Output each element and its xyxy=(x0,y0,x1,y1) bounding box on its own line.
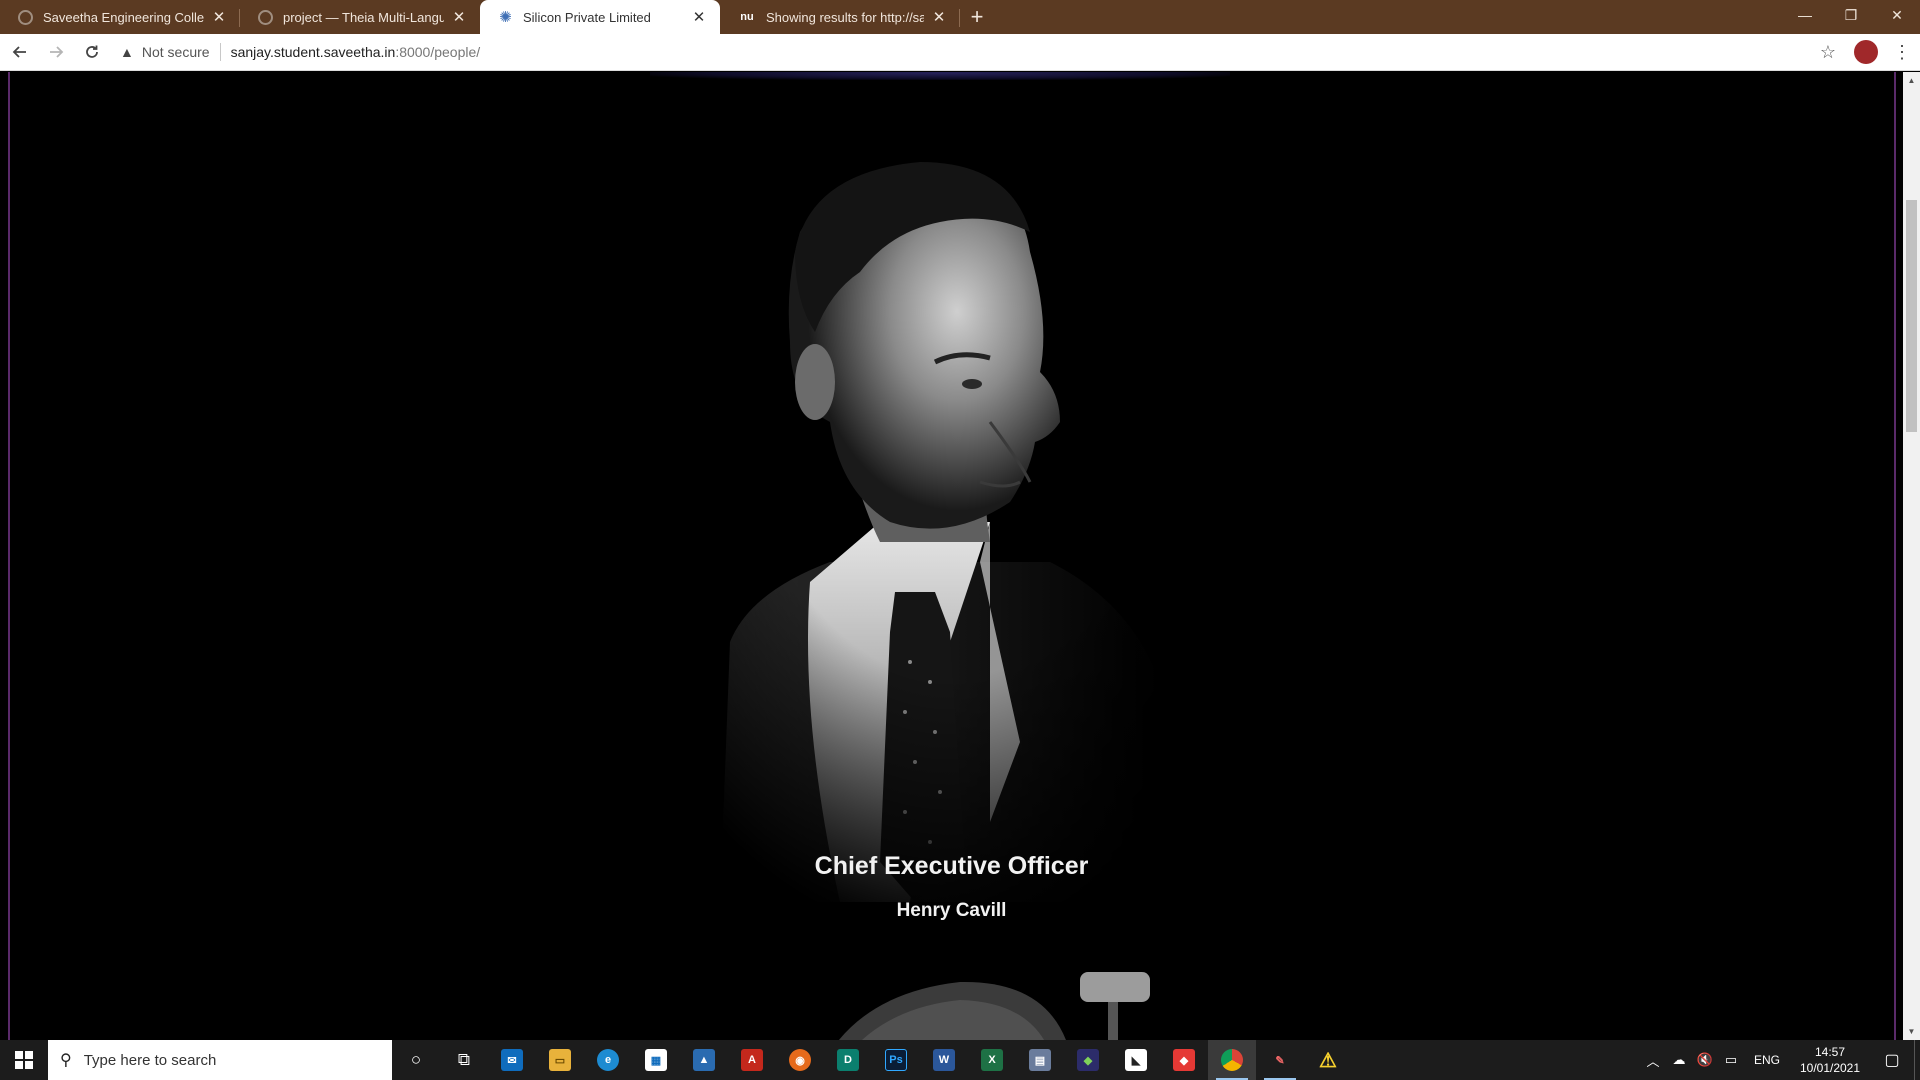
menu-kebab-icon[interactable]: ⋮ xyxy=(1892,36,1912,68)
acrobat-icon[interactable]: A xyxy=(728,1040,776,1080)
cortana-icon[interactable]: ○ xyxy=(392,1040,440,1080)
edge-icon[interactable]: e xyxy=(584,1040,632,1080)
mail-icon[interactable]: ✉ xyxy=(488,1040,536,1080)
task-view-icon[interactable]: ⧉ xyxy=(440,1040,488,1080)
page-viewport: Chief Executive Officer Henry Cavill ▲ ▼ xyxy=(0,72,1920,1040)
page-border-right xyxy=(1894,72,1896,1040)
excel-label: X xyxy=(981,1049,1003,1071)
onedrive-icon[interactable]: ☁ xyxy=(1666,1040,1692,1080)
volume-muted-icon[interactable]: 🔇 xyxy=(1692,1040,1718,1080)
clock[interactable]: 14:57 10/01/2021 xyxy=(1790,1044,1870,1076)
vertical-scrollbar[interactable]: ▲ ▼ xyxy=(1903,72,1920,1040)
warning-icon[interactable]: ⚠ xyxy=(1304,1040,1352,1080)
photoshop-icon[interactable]: Ps xyxy=(872,1040,920,1080)
chevron-up-icon[interactable]: ︿ xyxy=(1640,1040,1666,1080)
app-icon[interactable]: ◆ xyxy=(1064,1040,1112,1080)
gear-icon: ✺ xyxy=(499,9,512,26)
warning-icon[interactable]: ▲ xyxy=(120,44,134,60)
firefox-icon[interactable]: ◉ xyxy=(776,1040,824,1080)
restore-icon[interactable]: ❐ xyxy=(1828,0,1874,30)
close-icon[interactable]: ✕ xyxy=(930,8,948,26)
scroll-up-arrow-icon[interactable]: ▲ xyxy=(1903,72,1920,89)
minimize-icon[interactable]: — xyxy=(1782,0,1828,30)
url-host[interactable]: sanjay.student.saveetha.in xyxy=(231,44,396,60)
divider xyxy=(219,43,221,61)
security-label[interactable]: Not secure xyxy=(142,44,210,60)
new-tab-button[interactable]: + xyxy=(960,0,994,34)
calculator-icon[interactable]: ▤ xyxy=(1016,1040,1064,1080)
reload-icon xyxy=(86,45,98,58)
tab-title: Showing results for http://sanjay xyxy=(766,9,924,25)
windows-taskbar: ⚲ Type here to search ○ ⧉ ✉ ▭ e ▦ ▲ A ◉ … xyxy=(0,1040,1920,1080)
browser-toolbar: ▲ Not secure sanjay.student.saveetha.in:… xyxy=(0,34,1920,71)
tab-silicon[interactable]: ✺ Silicon Private Limited ✕ xyxy=(480,0,720,34)
forward-button[interactable] xyxy=(40,36,72,68)
tab-title: project — Theia Multi-Language xyxy=(283,9,444,25)
photos-icon[interactable]: ▲ xyxy=(680,1040,728,1080)
close-icon[interactable]: ✕ xyxy=(450,8,468,26)
tab-theia[interactable]: project — Theia Multi-Language ✕ xyxy=(240,0,480,34)
tab-saveetha[interactable]: Saveetha Engineering College ✕ xyxy=(0,0,240,34)
app-icon[interactable]: ◣ xyxy=(1112,1040,1160,1080)
search-placeholder: Type here to search xyxy=(83,1051,217,1069)
search-icon: ⚲ xyxy=(60,1052,72,1069)
clock-date: 10/01/2021 xyxy=(1799,1061,1861,1075)
word-icon[interactable]: W xyxy=(920,1040,968,1080)
tab-search-results[interactable]: nu Showing results for http://sanjay ✕ xyxy=(720,0,960,34)
store-icon[interactable]: ▦ xyxy=(632,1040,680,1080)
scroll-down-arrow-icon[interactable]: ▼ xyxy=(1903,1023,1920,1040)
profile-avatar[interactable] xyxy=(1854,40,1878,64)
back-button[interactable] xyxy=(4,36,36,68)
previous-image-edge xyxy=(650,72,1230,80)
globe-icon xyxy=(258,9,273,25)
clock-time: 14:57 xyxy=(1814,1045,1846,1059)
globe-icon xyxy=(18,9,33,25)
app-icon[interactable]: ✎ xyxy=(1256,1040,1304,1080)
bookmark-star-icon[interactable]: ☆ xyxy=(1812,36,1844,68)
excel-icon[interactable]: X xyxy=(968,1040,1016,1080)
language-indicator[interactable]: ENG xyxy=(1744,1053,1790,1067)
forward-arrow-icon xyxy=(50,46,64,58)
word-label: W xyxy=(933,1049,955,1071)
tab-title: Silicon Private Limited xyxy=(523,9,651,25)
show-desktop-button[interactable] xyxy=(1914,1040,1920,1080)
tab-separator xyxy=(959,9,960,27)
windows-logo-icon xyxy=(15,1051,33,1069)
address-bar[interactable]: ▲ Not secure sanjay.student.saveetha.in:… xyxy=(120,38,1804,66)
window-controls: — ❐ ✕ xyxy=(1782,0,1920,30)
url-path[interactable]: :8000/people/ xyxy=(395,44,480,60)
tab-strip: Saveetha Engineering College ✕ project —… xyxy=(0,0,1920,34)
close-icon[interactable]: ✕ xyxy=(210,8,228,26)
back-arrow-icon xyxy=(12,46,26,58)
photoshop-label: Ps xyxy=(885,1049,907,1071)
person-role-title: Chief Executive Officer xyxy=(814,852,1089,880)
next-portrait-image xyxy=(839,972,1150,1040)
system-tray: ︿ ☁ 🔇 ▭ ENG 14:57 10/01/2021 ▢ xyxy=(1640,1040,1920,1080)
taskbar-search-box[interactable]: ⚲ Type here to search xyxy=(48,1040,392,1080)
reload-button[interactable] xyxy=(76,36,108,68)
file-explorer-icon[interactable]: ▭ xyxy=(536,1040,584,1080)
dreamweaver-icon[interactable]: D xyxy=(824,1040,872,1080)
person-name: Henry Cavill xyxy=(896,900,1007,921)
scrollbar-thumb[interactable] xyxy=(1906,200,1917,432)
nu-icon: nu xyxy=(740,11,754,23)
tab-title: Saveetha Engineering College xyxy=(43,9,204,25)
close-window-icon[interactable]: ✕ xyxy=(1874,0,1920,30)
network-icon[interactable]: ▭ xyxy=(1718,1040,1744,1080)
chrome-icon[interactable] xyxy=(1208,1040,1256,1080)
ceo-portrait-image xyxy=(690,122,1210,902)
page-border-left xyxy=(8,72,10,1040)
close-icon[interactable]: ✕ xyxy=(690,8,708,26)
notification-icon[interactable]: ▢ xyxy=(1870,1040,1914,1080)
anydesk-icon[interactable]: ◆ xyxy=(1160,1040,1208,1080)
start-button[interactable] xyxy=(0,1040,48,1080)
